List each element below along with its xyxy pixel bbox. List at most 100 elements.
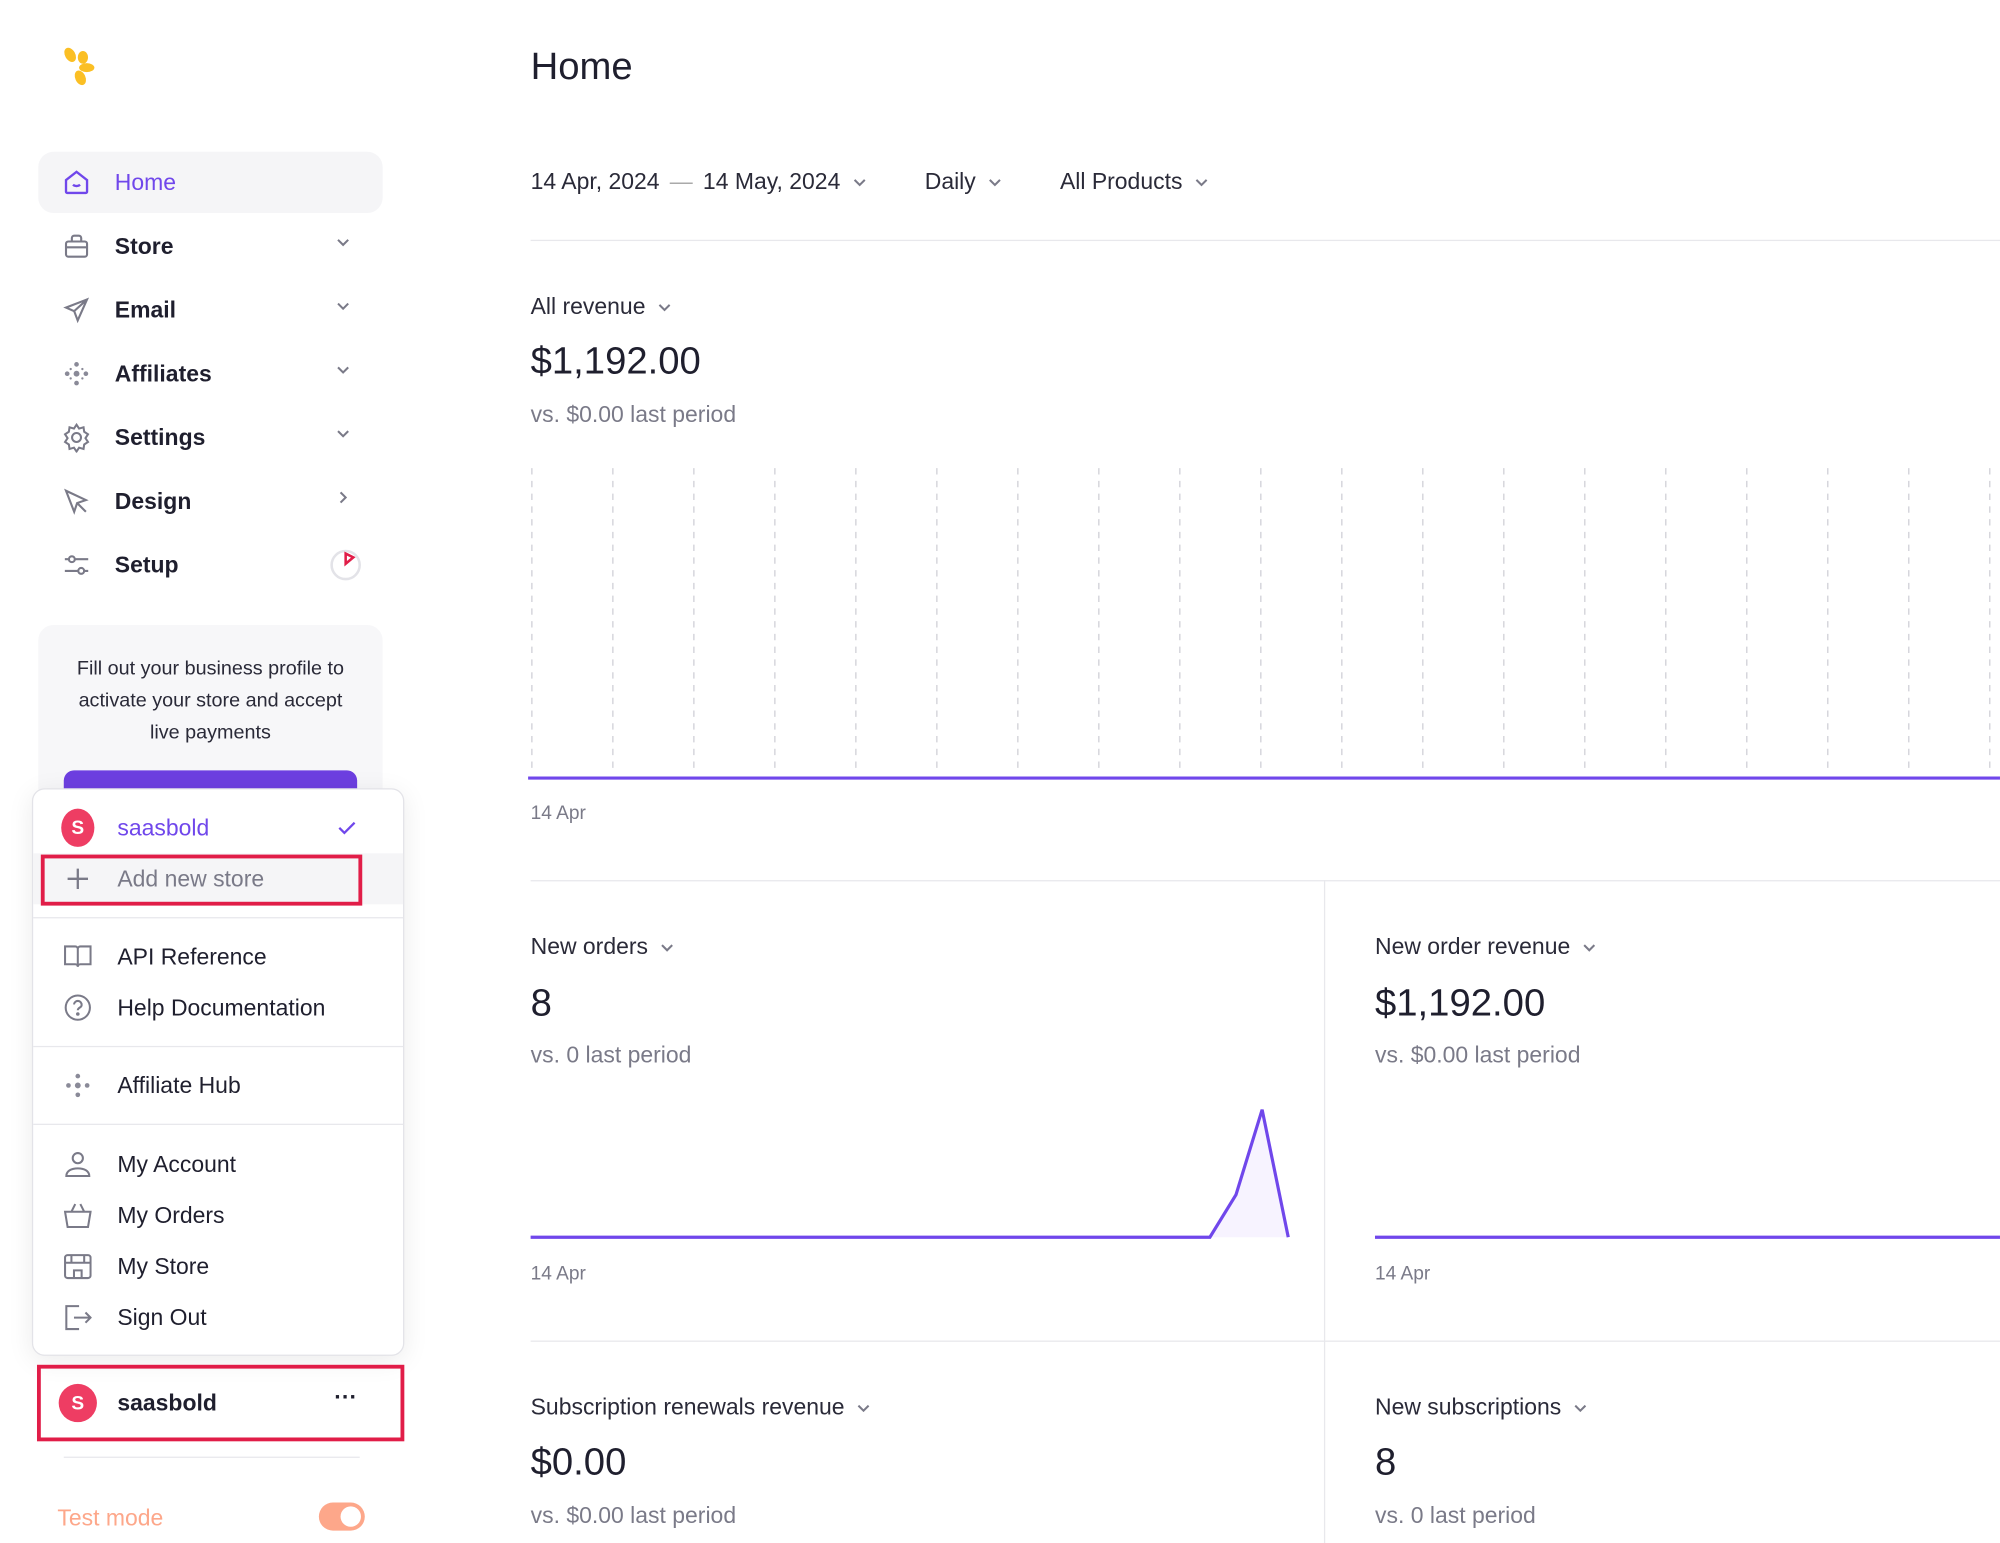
sidebar-item-setup[interactable]: Setup <box>38 534 382 595</box>
date-start: 14 Apr, 2024 <box>530 168 660 194</box>
chevron-right-icon[interactable] <box>334 489 352 507</box>
x-tick-start: 14 Apr <box>530 1262 586 1285</box>
products-select[interactable]: All Products <box>1060 168 1211 195</box>
chevron-down-icon[interactable] <box>334 361 352 379</box>
menu-item-my-orders[interactable]: My Orders <box>33 1190 403 1241</box>
subscription-renewals-select[interactable]: Subscription renewals revenue <box>531 1394 873 1421</box>
sidebar-item-affiliates[interactable]: Affiliates <box>38 343 382 404</box>
store-switcher-menu: S saasbold Add new store API Reference H… <box>31 788 405 1356</box>
book-icon <box>61 944 94 970</box>
subscription-renewals-compare: vs. $0.00 last period <box>530 1502 737 1529</box>
metric-label: New subscriptions <box>1374 1394 1562 1420</box>
chevron-down-icon <box>1195 178 1208 186</box>
storefront-icon <box>61 1253 94 1281</box>
test-mode-toggle[interactable] <box>318 1502 365 1531</box>
new-order-revenue-value: $1,192.00 <box>1374 982 1546 1025</box>
help-icon <box>61 994 94 1022</box>
chevron-down-icon[interactable] <box>334 233 352 251</box>
date-range-picker[interactable]: 14 Apr, 2024 — 14 May, 2024 <box>531 168 869 195</box>
metric-label: All revenue <box>530 293 646 319</box>
sidebar-item-settings[interactable]: Settings <box>38 407 382 468</box>
basket-icon <box>61 1202 94 1230</box>
chevron-down-icon <box>857 1404 870 1412</box>
menu-item-my-account[interactable]: My Account <box>33 1139 403 1190</box>
send-icon <box>61 295 92 326</box>
new-orders-select[interactable]: New orders <box>531 934 676 961</box>
sidebar-item-label: Affiliates <box>114 360 212 386</box>
menu-item-help-documentation[interactable]: Help Documentation <box>33 982 403 1033</box>
new-orders-compare: vs. 0 last period <box>530 1042 692 1068</box>
new-subscriptions-value: 8 <box>1374 1441 1397 1484</box>
new-order-revenue-select[interactable]: New order revenue <box>1375 934 1598 961</box>
new-subscriptions-compare: vs. 0 last period <box>1374 1502 1536 1529</box>
sidebar-item-label: Email <box>114 296 177 323</box>
menu-item-sign-out[interactable]: Sign Out <box>33 1292 403 1343</box>
chevron-down-icon[interactable] <box>334 297 352 315</box>
menu-item-my-store[interactable]: My Store <box>33 1241 403 1292</box>
series-area <box>530 1109 1289 1238</box>
test-mode-label: Test mode <box>57 1505 164 1531</box>
new-orders-chart <box>530 1109 1290 1239</box>
subscription-renewals-value: $0.00 <box>530 1441 627 1484</box>
metric-label: Subscription renewals revenue <box>530 1394 845 1420</box>
store-option-saasbold[interactable]: S saasbold <box>33 802 403 853</box>
user-menu-button[interactable]: S saasbold ··· <box>36 1364 405 1442</box>
new-subscriptions-select[interactable]: New subscriptions <box>1375 1394 1589 1421</box>
x-tick-start: 14 Apr <box>1374 1262 1431 1285</box>
interval-select[interactable]: Daily <box>925 168 1004 195</box>
brand-logo[interactable] <box>61 46 99 89</box>
menu-item-label: Sign Out <box>117 1304 207 1330</box>
user-icon <box>61 1151 94 1179</box>
sidebar-item-email[interactable]: Email <box>38 279 382 340</box>
menu-item-affiliate-hub[interactable]: Affiliate Hub <box>33 1060 403 1111</box>
menu-item-label: Help Documentation <box>117 994 326 1020</box>
metric-label: New order revenue <box>1374 933 1571 960</box>
user-name: saasbold <box>117 1389 217 1416</box>
date-end: 14 May, 2024 <box>702 168 841 194</box>
avatar: S <box>61 808 95 847</box>
menu-item-label: Affiliate Hub <box>117 1072 241 1098</box>
menu-item-label: My Account <box>117 1151 237 1177</box>
profile-notice-text: Fill out your business profile to activa… <box>76 658 344 744</box>
gear-icon <box>61 422 92 453</box>
setup-progress-icon <box>330 549 361 581</box>
menu-item-label: My Store <box>117 1253 210 1279</box>
chevron-down-icon <box>1574 1404 1587 1412</box>
chevron-down-icon <box>661 943 673 952</box>
page-title: Home <box>530 45 633 89</box>
interval-value: Daily <box>924 168 976 194</box>
new-order-revenue-chart <box>1374 1235 2000 1239</box>
sidebar-item-home[interactable]: Home <box>38 151 383 214</box>
chevron-down-icon <box>853 178 866 186</box>
chevron-down-icon <box>658 303 671 311</box>
chevron-down-icon <box>1583 943 1596 952</box>
menu-item-label: API Reference <box>117 943 267 969</box>
more-icon[interactable]: ··· <box>334 1384 357 1411</box>
check-icon <box>338 821 356 835</box>
all-revenue-compare: vs. $0.00 last period <box>530 401 737 428</box>
highlight-box <box>40 854 363 906</box>
profile-notice-card: Fill out your business profile to activa… <box>38 624 383 809</box>
sidebar-item-label: Store <box>114 232 174 259</box>
store-name: saasbold <box>117 814 210 840</box>
sidebar-item-label: Settings <box>114 424 206 450</box>
menu-item-label: My Orders <box>117 1202 225 1228</box>
date-separator: — <box>669 168 693 194</box>
series-line <box>530 1109 1290 1239</box>
home-icon <box>61 167 92 198</box>
sidebar-item-label: Setup <box>114 551 179 578</box>
all-revenue-select[interactable]: All revenue <box>531 293 674 320</box>
menu-item-api-reference[interactable]: API Reference <box>33 931 403 982</box>
all-revenue-chart <box>528 468 2000 780</box>
avatar: S <box>58 1383 97 1423</box>
signout-icon <box>61 1304 94 1332</box>
dots-icon <box>61 358 92 389</box>
chevron-down-icon <box>989 178 1001 186</box>
chevron-down-icon[interactable] <box>334 425 352 443</box>
cursor-icon <box>61 486 92 517</box>
sidebar-item-label: Design <box>114 487 192 514</box>
sidebar-item-store[interactable]: Store <box>38 216 382 277</box>
bag-icon <box>61 231 92 262</box>
sidebar-item-design[interactable]: Design <box>38 471 382 532</box>
sidebar-item-label: Home <box>114 169 177 195</box>
